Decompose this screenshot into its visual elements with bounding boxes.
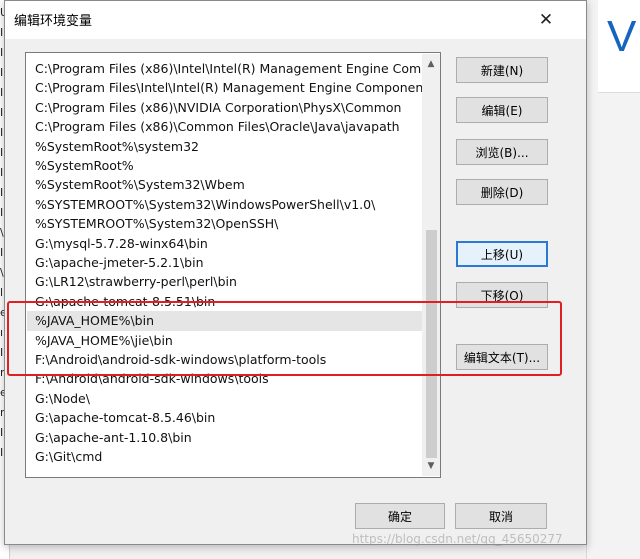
path-list-item[interactable]: C:\Program Files (x86)\Common Files\Orac…	[27, 117, 422, 136]
path-list-item[interactable]: G:\mysql-5.7.28-winx64\bin	[27, 234, 422, 253]
path-list-item[interactable]: C:\Program Files (x86)\NVIDIA Corporatio…	[27, 98, 422, 117]
path-list-item[interactable]: G:\LR12\strawberry-perl\perl\bin	[27, 272, 422, 291]
ok-button[interactable]: 确定	[355, 503, 445, 529]
scroll-thumb[interactable]	[426, 230, 437, 458]
path-list-item[interactable]: %SystemRoot%	[27, 156, 422, 175]
title-bar: 编辑环境变量 ✕	[5, 1, 586, 39]
path-list-item[interactable]: C:\Program Files\Intel\Intel(R) Manageme…	[27, 78, 422, 97]
close-button[interactable]: ✕	[533, 7, 559, 33]
edit-environment-variable-dialog: 编辑环境变量 ✕ C:\Program Files (x86)\Intel\In…	[4, 0, 587, 545]
background-text-fragment: I	[0, 426, 4, 439]
background-text-fragment: I	[0, 46, 4, 59]
path-list-item[interactable]: F:\Android\android-sdk-windows\platform-…	[27, 350, 422, 369]
move-up-button[interactable]: 上移(U)	[456, 241, 548, 267]
path-list-item[interactable]: F:\Android\android-sdk-windows\tools	[27, 369, 422, 388]
watermark: https://blog.csdn.net/qq_45650277	[352, 532, 563, 546]
background-text-fragment: I	[0, 246, 4, 259]
cancel-button[interactable]: 取消	[455, 503, 547, 529]
path-list-item[interactable]: G:\apache-tomcat-8.5.51\bin	[27, 292, 422, 311]
path-list-item[interactable]: %JAVA_HOME%\bin	[27, 311, 422, 331]
path-list-item[interactable]: G:\Git\cmd	[27, 447, 422, 466]
background-text-fragment: I	[0, 446, 4, 459]
background-text-fragment: I	[0, 26, 4, 39]
dialog-title: 编辑环境变量	[14, 14, 93, 29]
background-text-fragment: I	[0, 346, 4, 359]
path-list-item[interactable]: %SystemRoot%\system32	[27, 137, 422, 156]
path-list[interactable]: C:\Program Files (x86)\Intel\Intel(R) Ma…	[25, 52, 441, 478]
background-text-fragment: I	[0, 86, 4, 99]
move-down-button[interactable]: 下移(O)	[456, 282, 548, 308]
path-list-item[interactable]: %SYSTEMROOT%\System32\WindowsPowerShell\…	[27, 195, 422, 214]
path-list-item[interactable]: C:\Program Files (x86)\Intel\Intel(R) Ma…	[27, 59, 422, 78]
path-list-item[interactable]: G:\Node\	[27, 389, 422, 408]
edit-text-button[interactable]: 编辑文本(T)...	[456, 344, 548, 370]
background-text-fragment: l	[0, 286, 4, 299]
path-list-item[interactable]: G:\apache-tomcat-8.5.46\bin	[27, 408, 422, 427]
background-text-fragment: ı	[0, 326, 4, 339]
scroll-up-icon[interactable]: ▲	[422, 56, 440, 72]
path-list-item[interactable]: %SystemRoot%\System32\Wbem	[27, 175, 422, 194]
edit-button[interactable]: 编辑(E)	[456, 97, 548, 123]
background-text-fragment: I	[0, 106, 4, 119]
background-text-fragment: I	[0, 126, 4, 139]
close-icon: ✕	[538, 10, 554, 30]
path-list-item[interactable]: G:\apache-ant-1.10.8\bin	[27, 428, 422, 447]
scroll-down-icon[interactable]: ▼	[422, 458, 440, 474]
new-button[interactable]: 新建(N)	[456, 57, 548, 83]
background-logo-letter: V	[607, 12, 637, 61]
path-list-item[interactable]: %SYSTEMROOT%\System32\OpenSSH\	[27, 214, 422, 233]
background-text-fragment: I	[0, 166, 4, 179]
browse-button[interactable]: 浏览(B)...	[456, 139, 548, 165]
background-text-fragment: I	[0, 66, 4, 79]
delete-button[interactable]: 删除(D)	[456, 179, 548, 205]
path-list-item[interactable]: G:\apache-jmeter-5.2.1\bin	[27, 253, 422, 272]
path-list-item[interactable]: %JAVA_HOME%\jie\bin	[27, 331, 422, 350]
list-scrollbar[interactable]: ▲ ▼	[422, 54, 440, 476]
background-text-fragment: I	[0, 206, 4, 219]
background-text-fragment: I	[0, 186, 4, 199]
background-text-fragment: I	[0, 146, 4, 159]
